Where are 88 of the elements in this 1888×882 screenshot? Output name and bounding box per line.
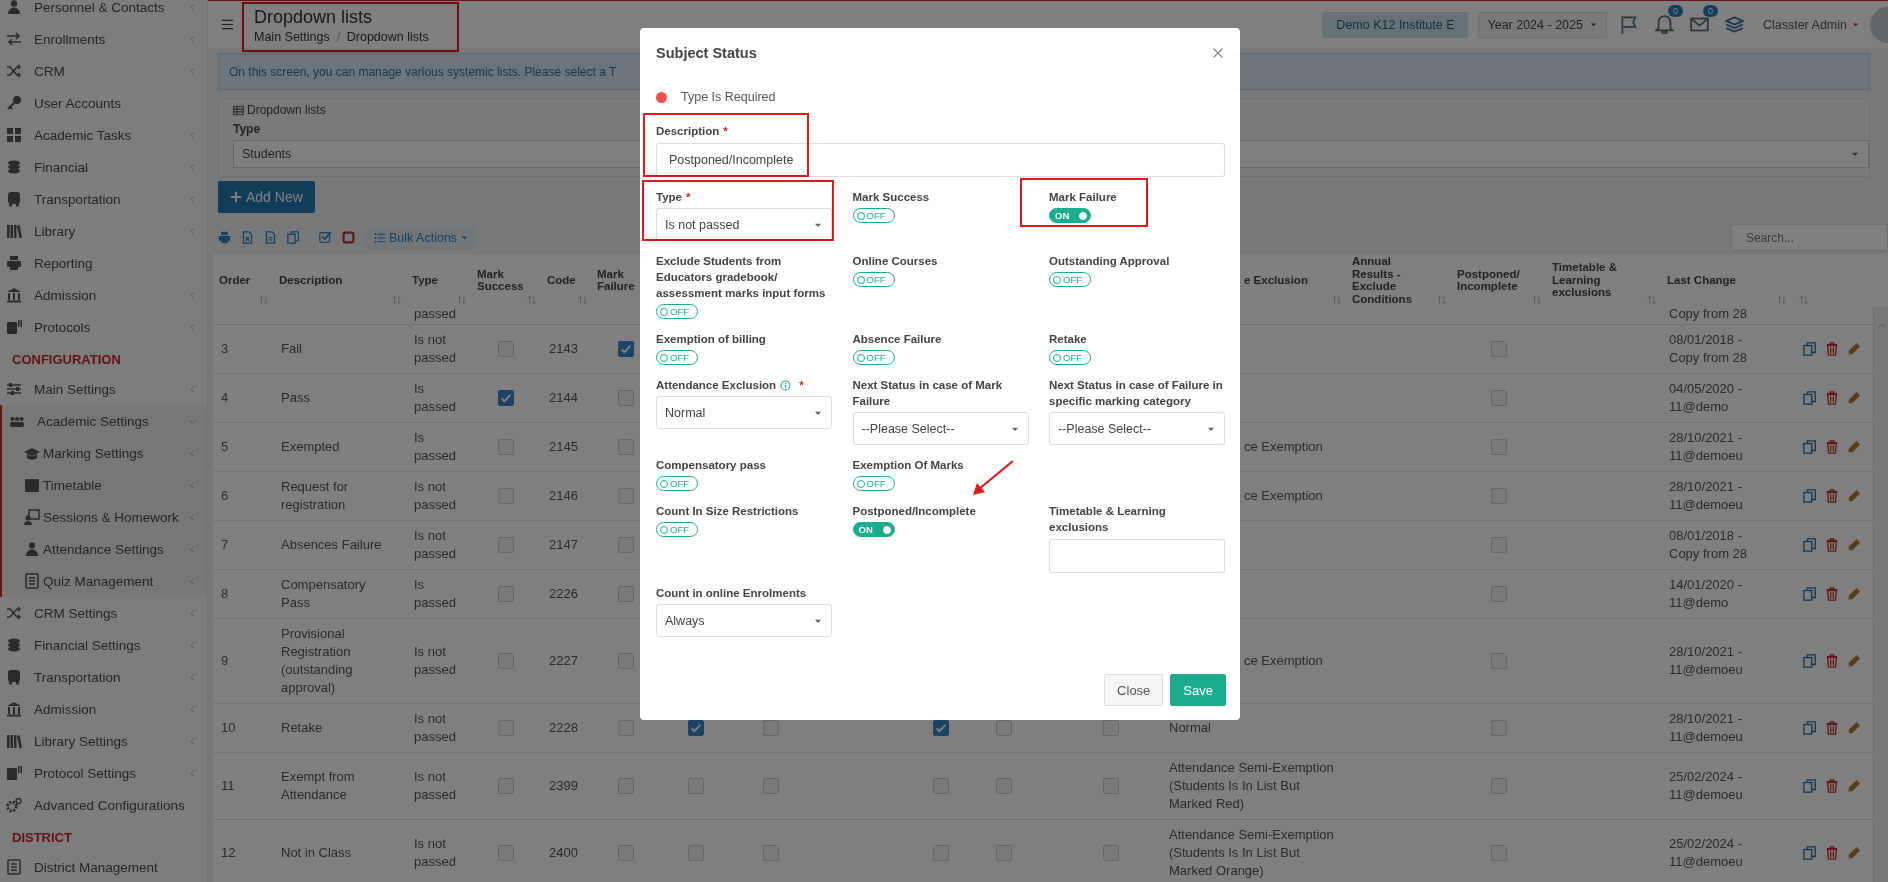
- order-number: 7: [221, 536, 229, 554]
- field-label: Postponed/Incomplete: [852, 504, 976, 519]
- required-mark: *: [799, 378, 804, 393]
- description-text: Exempt from Attendance: [281, 768, 356, 804]
- last-change-text: 25/02/2024 - 11@demoeu: [1669, 835, 1744, 871]
- order-number: 12: [221, 844, 236, 862]
- description-text: Absences Failure: [281, 536, 382, 554]
- type-text: Is passed: [414, 380, 457, 416]
- page-title: Dropdown lists: [254, 5, 374, 28]
- attendance-exclusion-text: Attendance Semi-Exemption (Students Is In List But Marked Red): [1169, 759, 1335, 813]
- type-text: Is not passed: [414, 768, 457, 804]
- field-label: Exemption of billing: [656, 332, 766, 347]
- description-text: Fail: [281, 340, 302, 358]
- field-label: Absence Failure: [852, 332, 942, 347]
- description-text: Provisional Registration (outstanding approval): [281, 625, 354, 697]
- type-text: passed: [414, 307, 456, 323]
- field-label: Attendance Exclusion: [656, 378, 777, 393]
- type-text: Is passed: [414, 429, 457, 465]
- attendance-exclusion-text: ce Exemption: [1244, 487, 1323, 505]
- order-number: 4: [221, 389, 229, 407]
- type-text: Is not passed: [414, 527, 457, 563]
- code-text: 2146: [549, 487, 578, 505]
- order-number: 9: [221, 652, 229, 670]
- code-text: 2147: [549, 536, 578, 554]
- type-text: Is not passed: [414, 331, 457, 367]
- field-label: Mark Failure: [1049, 190, 1117, 205]
- type-text: Is not passed: [414, 835, 457, 871]
- type-text: Is not passed: [414, 710, 457, 746]
- code-text: 2144: [549, 389, 578, 407]
- field-label: Mark Success: [852, 190, 930, 205]
- required-mark: *: [686, 190, 691, 205]
- field-label: Online Courses: [852, 254, 938, 269]
- field-label: Exclude Students from Educators gradebook/ assessment marks input forms: [656, 254, 827, 301]
- code-text: 2145: [549, 438, 578, 456]
- last-change-text: 14/01/2020 - 11@demo: [1669, 576, 1743, 612]
- field-label: Type: [656, 190, 682, 205]
- required-mark: *: [723, 124, 728, 139]
- description-text: Pass: [281, 389, 310, 407]
- field-label: Next Status in case of Failure in specific marking category: [1049, 378, 1224, 409]
- order-number: 10: [221, 719, 236, 737]
- type-text: Is not passed: [414, 478, 457, 514]
- last-change-text: 28/10/2021 - 11@demoeu: [1669, 429, 1744, 465]
- attendance-exclusion-text: Attendance Semi-Exemption (Students Is In List But Marked Orange): [1169, 826, 1335, 880]
- last-change-text: 04/05/2020 - 11@demo: [1669, 380, 1743, 416]
- description-text: Not in Class: [281, 844, 352, 862]
- panel-title: Dropdown lists: [247, 103, 326, 117]
- attendance-exclusion-text: ce Exemption: [1244, 438, 1323, 456]
- code-text: 2227: [549, 652, 578, 670]
- field-label: Outstanding Approval: [1049, 254, 1170, 269]
- attendance-exclusion-text: ce Exemption: [1244, 652, 1323, 670]
- last-change-text: 25/02/2024 - 11@demoeu: [1669, 768, 1744, 804]
- attendance-exclusion-text: Normal: [1169, 719, 1211, 737]
- type-text: Is not passed: [414, 643, 457, 679]
- description-text: Request for registration: [281, 478, 350, 514]
- field-label: Timetable & Learning exclusions: [1049, 504, 1167, 535]
- last-change-text: Copy from 28: [1669, 307, 1748, 323]
- field-label: Retake: [1049, 332, 1087, 347]
- code-text: 2228: [549, 719, 578, 737]
- field-label: Type: [233, 122, 261, 136]
- legend-text: Type Is Required: [681, 90, 776, 104]
- field-label: Exemption Of Marks: [852, 458, 964, 473]
- last-change-text: 08/01/2018 - Copy from 28: [1669, 331, 1749, 367]
- order-number: 11: [221, 777, 235, 795]
- last-change-text: 08/01/2018 - Copy from 28: [1669, 527, 1749, 563]
- description-text: Retake: [281, 719, 323, 737]
- field-label: Count In Size Restrictions: [656, 504, 799, 519]
- order-number: 8: [221, 585, 229, 603]
- section-heading: CONFIGURATION: [11, 351, 122, 369]
- field-label: Next Status in case of Mark Failure: [852, 378, 1004, 409]
- code-text: 2143: [549, 340, 578, 358]
- description-text: Exempted: [281, 438, 340, 456]
- order-number: 5: [221, 438, 229, 456]
- last-change-text: 28/10/2021 - 11@demoeu: [1669, 710, 1744, 746]
- last-change-text: 28/10/2021 - 11@demoeu: [1669, 478, 1744, 514]
- field-label: Description: [656, 124, 720, 139]
- code-text: 2226: [549, 585, 578, 603]
- section-heading: DISTRICT: [11, 829, 73, 847]
- code-text: 2400: [549, 844, 578, 862]
- order-number: 3: [221, 340, 229, 358]
- code-text: 2399: [549, 777, 578, 795]
- field-label: Count in online Enrolments: [656, 586, 807, 601]
- count-badge: 0: [1702, 5, 1718, 17]
- type-text: Is passed: [414, 576, 457, 612]
- last-change-text: 28/10/2021 - 11@demoeu: [1669, 643, 1744, 679]
- count-badge: 0: [1667, 5, 1683, 17]
- order-number: 6: [221, 487, 229, 505]
- field-label: Compensatory pass: [656, 458, 766, 473]
- description-text: Compensatory Pass: [281, 576, 367, 612]
